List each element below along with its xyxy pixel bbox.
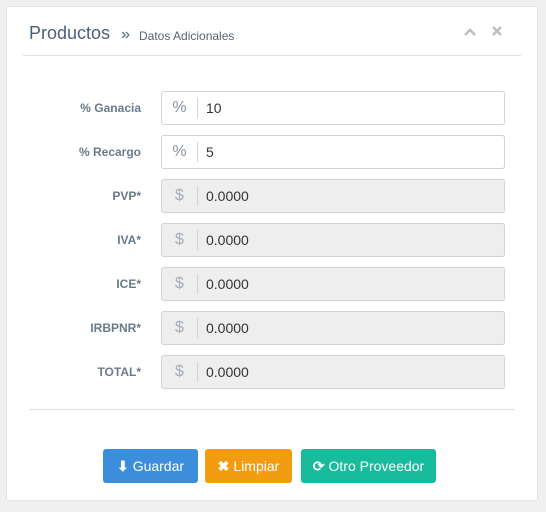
refresh-icon: ⟳ bbox=[312, 458, 325, 474]
title-separator: » bbox=[121, 26, 130, 43]
other-provider-button[interactable]: ⟳ Otro Proveedor bbox=[301, 449, 436, 483]
field-label: IRBPNR* bbox=[90, 321, 141, 335]
other-provider-label: Otro Proveedor bbox=[328, 458, 425, 474]
clear-label: Limpiar bbox=[233, 458, 280, 474]
recargo-input[interactable] bbox=[206, 136, 496, 168]
times-icon: ✖ bbox=[217, 458, 230, 474]
field-label: % Ganacia bbox=[80, 101, 141, 115]
panel-header: Productos » Datos Adicionales bbox=[23, 15, 521, 56]
field-row-ice: ICE* $ 0.0000 bbox=[7, 267, 537, 301]
page-subtitle: Datos Adicionales bbox=[139, 29, 235, 43]
total-field: $ 0.0000 bbox=[161, 355, 505, 389]
field-row-pvp: PVP* $ 0.0000 bbox=[7, 179, 537, 213]
dollar-icon: $ bbox=[162, 274, 198, 294]
field-row-total: TOTAL* $ 0.0000 bbox=[7, 355, 537, 389]
field-label: TOTAL* bbox=[97, 365, 141, 379]
field-row-iva: IVA* $ 0.0000 bbox=[7, 223, 537, 257]
dollar-icon: $ bbox=[162, 362, 198, 382]
divider bbox=[29, 409, 515, 410]
title-text: Productos bbox=[29, 23, 111, 43]
dollar-icon: $ bbox=[162, 230, 198, 250]
field-row-irbpnr: IRBPNR* $ 0.0000 bbox=[7, 311, 537, 345]
field-label: IVA* bbox=[117, 233, 141, 247]
page-title: Productos » bbox=[29, 23, 130, 44]
panel-tools bbox=[455, 25, 507, 46]
pvp-field: $ 0.0000 bbox=[161, 179, 505, 213]
percent-icon: % bbox=[162, 98, 198, 118]
ganancia-field[interactable]: % bbox=[161, 91, 505, 125]
chevron-up-icon[interactable] bbox=[463, 25, 479, 41]
recargo-field[interactable]: % bbox=[161, 135, 505, 169]
product-panel: Productos » Datos Adicionales % Ganacia … bbox=[6, 6, 538, 501]
ice-field: $ 0.0000 bbox=[161, 267, 505, 301]
field-row-ganancia: % Ganacia % bbox=[7, 91, 537, 125]
field-row-recargo: % Recargo % bbox=[7, 135, 537, 169]
irbpnr-field: $ 0.0000 bbox=[161, 311, 505, 345]
save-button[interactable]: ⬇ Guardar bbox=[103, 449, 198, 483]
total-value: 0.0000 bbox=[206, 364, 249, 380]
close-icon[interactable] bbox=[491, 25, 507, 41]
dollar-icon: $ bbox=[162, 186, 198, 206]
percent-icon: % bbox=[162, 142, 198, 162]
ice-value: 0.0000 bbox=[206, 276, 249, 292]
save-label: Guardar bbox=[132, 458, 185, 474]
ganancia-input[interactable] bbox=[206, 92, 496, 124]
download-icon: ⬇ bbox=[116, 458, 129, 474]
pvp-value: 0.0000 bbox=[206, 188, 249, 204]
dollar-icon: $ bbox=[162, 318, 198, 338]
clear-button[interactable]: ✖ Limpiar bbox=[205, 449, 292, 483]
iva-value: 0.0000 bbox=[206, 232, 249, 248]
field-label: PVP* bbox=[112, 189, 141, 203]
iva-field: $ 0.0000 bbox=[161, 223, 505, 257]
irbpnr-value: 0.0000 bbox=[206, 320, 249, 336]
field-label: % Recargo bbox=[78, 145, 141, 159]
field-label: ICE* bbox=[116, 277, 141, 291]
